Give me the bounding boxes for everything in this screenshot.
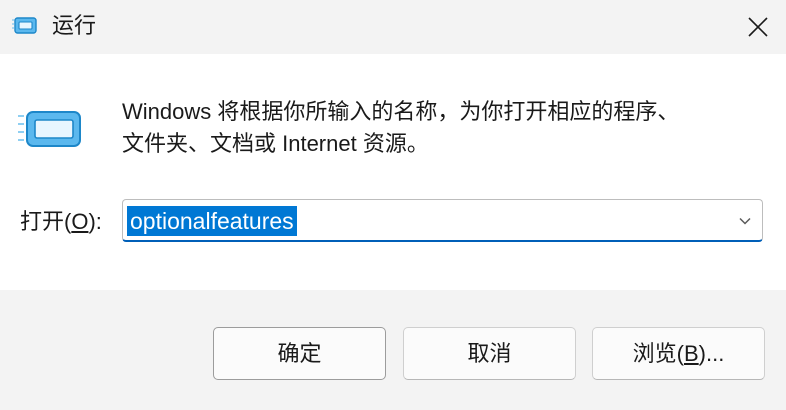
run-app-icon [12, 17, 37, 34]
title-bar: 运行 [0, 0, 786, 54]
ok-button[interactable]: 确定 [213, 327, 386, 380]
browse-label-prefix: 浏览( [632, 341, 684, 366]
open-label-suffix: ): [88, 209, 102, 234]
browse-button[interactable]: 浏览(B)... [592, 327, 765, 380]
open-label-mnemonic: O [71, 209, 89, 234]
open-label: 打开(O): [20, 208, 102, 236]
dialog-footer: 确定 取消 浏览(B)... [0, 290, 786, 410]
description-line-2: 文件夹、文档或 Internet 资源。 [122, 131, 429, 156]
open-combobox[interactable]: optionalfeatures [122, 199, 763, 242]
open-label-prefix: 打开( [20, 209, 72, 234]
dialog-description: Windows 将根据你所输入的名称，为你打开相应的程序、 文件夹、文档或 In… [122, 96, 762, 160]
window-title: 运行 [52, 13, 97, 38]
chevron-down-icon[interactable] [736, 212, 754, 230]
browse-label-mnemonic: B [683, 341, 699, 366]
browse-label-suffix: )... [698, 341, 725, 366]
description-line-1: Windows 将根据你所输入的名称，为你打开相应的程序、 [122, 99, 680, 124]
run-app-icon [18, 111, 81, 147]
cancel-button[interactable]: 取消 [403, 327, 576, 380]
close-button[interactable] [730, 0, 786, 54]
dialog-content: Windows 将根据你所输入的名称，为你打开相应的程序、 文件夹、文档或 In… [0, 54, 786, 290]
open-input[interactable]: optionalfeatures [127, 206, 297, 236]
close-icon [748, 17, 768, 37]
run-dialog: 运行 Windows 将根据你所输入的名称，为你打开相应的程序、 文件夹、文档或… [0, 0, 786, 410]
